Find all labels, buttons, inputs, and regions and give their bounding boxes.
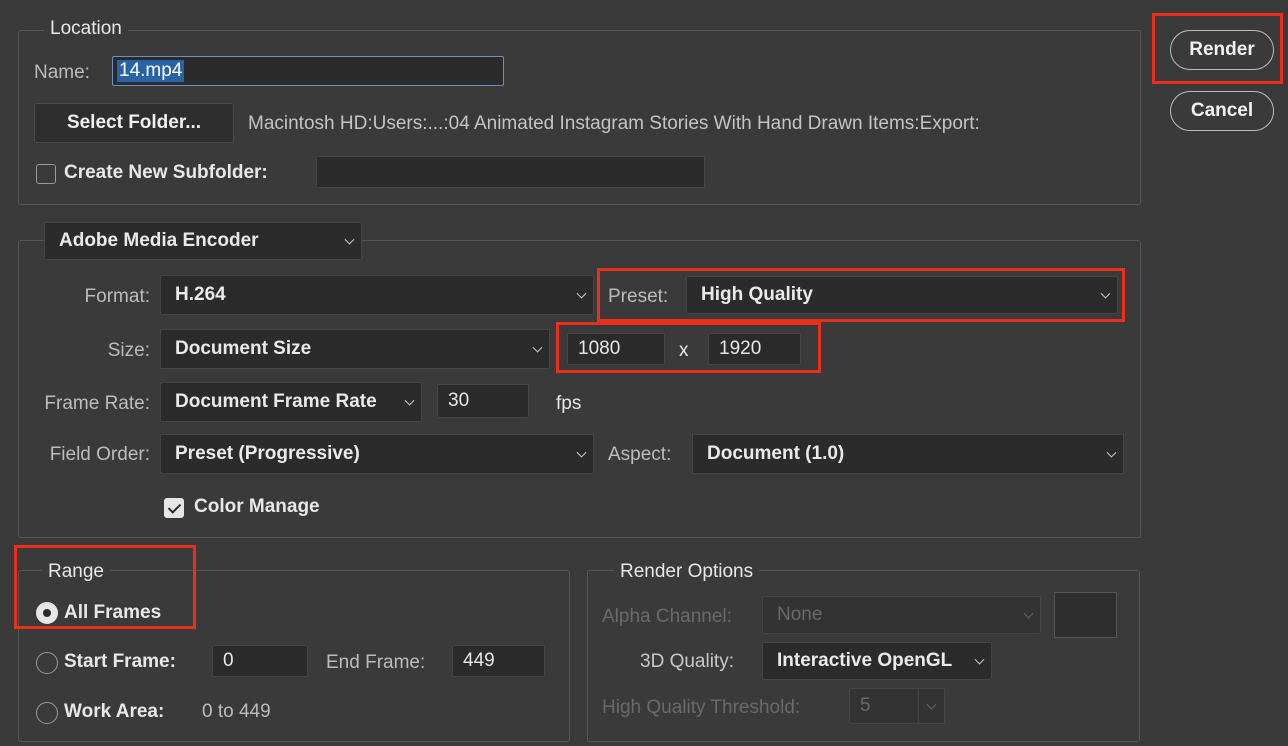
size-label: Size:: [107, 340, 150, 361]
chevron-down-icon: [576, 288, 587, 299]
size-value: Document Size: [175, 338, 312, 359]
name-label: Name:: [34, 62, 90, 83]
frame-rate-label: Frame Rate:: [44, 393, 150, 414]
color-manage-checkbox[interactable]: [164, 498, 184, 518]
fps-input[interactable]: 30: [437, 384, 529, 418]
select-folder-button[interactable]: Select Folder...: [34, 103, 234, 143]
hq-threshold-input[interactable]: 5: [849, 688, 945, 724]
3d-quality-value: Interactive OpenGL: [777, 650, 953, 671]
start-frame-radio[interactable]: [36, 652, 58, 674]
end-frame-label: End Frame:: [326, 652, 426, 673]
chevron-down-icon: [344, 234, 355, 245]
alpha-channel-label: Alpha Channel:: [602, 606, 732, 627]
work-area-label: Work Area:: [64, 701, 165, 722]
subfolder-input[interactable]: [316, 156, 705, 188]
start-frame-label: Start Frame:: [64, 651, 176, 672]
create-subfolder-label: Create New Subfolder:: [64, 162, 268, 183]
chevron-down-icon: [576, 447, 587, 458]
hq-threshold-value: 5: [860, 695, 871, 716]
location-legend: Location: [44, 18, 128, 40]
field-order-value: Preset (Progressive): [175, 443, 360, 464]
chevron-down-icon: [1023, 608, 1034, 619]
chevron-down-icon: [1106, 447, 1117, 458]
all-frames-radio[interactable]: [36, 602, 58, 624]
folder-path: Macintosh HD:Users:...:04 Animated Insta…: [248, 113, 980, 134]
frame-rate-value: Document Frame Rate: [175, 391, 377, 412]
name-value: 14.mp4: [117, 60, 185, 82]
aspect-select[interactable]: Document (1.0): [692, 434, 1124, 474]
color-manage-label: Color Manage: [194, 496, 320, 517]
work-area-value: 0 to 449: [202, 701, 271, 722]
format-select[interactable]: H.264: [160, 275, 594, 315]
alpha-channel-select[interactable]: None: [762, 596, 1041, 634]
aspect-label: Aspect:: [608, 444, 672, 465]
format-value: H.264: [175, 284, 226, 305]
all-frames-label: All Frames: [64, 602, 162, 623]
name-input[interactable]: 14.mp4: [112, 56, 504, 86]
size-select[interactable]: Document Size: [160, 329, 550, 369]
cancel-button[interactable]: Cancel: [1170, 91, 1274, 131]
fps-unit: fps: [556, 393, 582, 414]
create-subfolder-checkbox[interactable]: [36, 164, 56, 184]
renderer-select[interactable]: Adobe Media Encoder: [44, 222, 362, 260]
work-area-radio[interactable]: [36, 702, 58, 724]
field-order-select[interactable]: Preset (Progressive): [160, 434, 594, 474]
3d-quality-select[interactable]: Interactive OpenGL: [762, 642, 992, 680]
size-highlight: [556, 322, 821, 373]
3d-quality-label: 3D Quality:: [640, 651, 734, 672]
chevron-down-icon: [974, 654, 985, 665]
field-order-label: Field Order:: [49, 444, 150, 465]
end-frame-input[interactable]: 449: [452, 645, 545, 677]
color-swatch[interactable]: [1054, 592, 1117, 638]
aspect-value: Document (1.0): [707, 443, 845, 464]
preset-highlight: [597, 268, 1125, 322]
renderer-value: Adobe Media Encoder: [59, 230, 259, 251]
start-frame-input[interactable]: 0: [212, 645, 308, 677]
format-label: Format:: [84, 286, 150, 307]
render-options-legend: Render Options: [614, 561, 760, 583]
hq-threshold-label: High Quality Threshold:: [602, 697, 801, 718]
render-highlight: [1152, 13, 1283, 84]
chevron-down-icon: [532, 342, 543, 353]
chevron-down-icon: [404, 395, 415, 406]
alpha-channel-value: None: [777, 604, 823, 625]
frame-rate-select[interactable]: Document Frame Rate: [160, 382, 422, 422]
